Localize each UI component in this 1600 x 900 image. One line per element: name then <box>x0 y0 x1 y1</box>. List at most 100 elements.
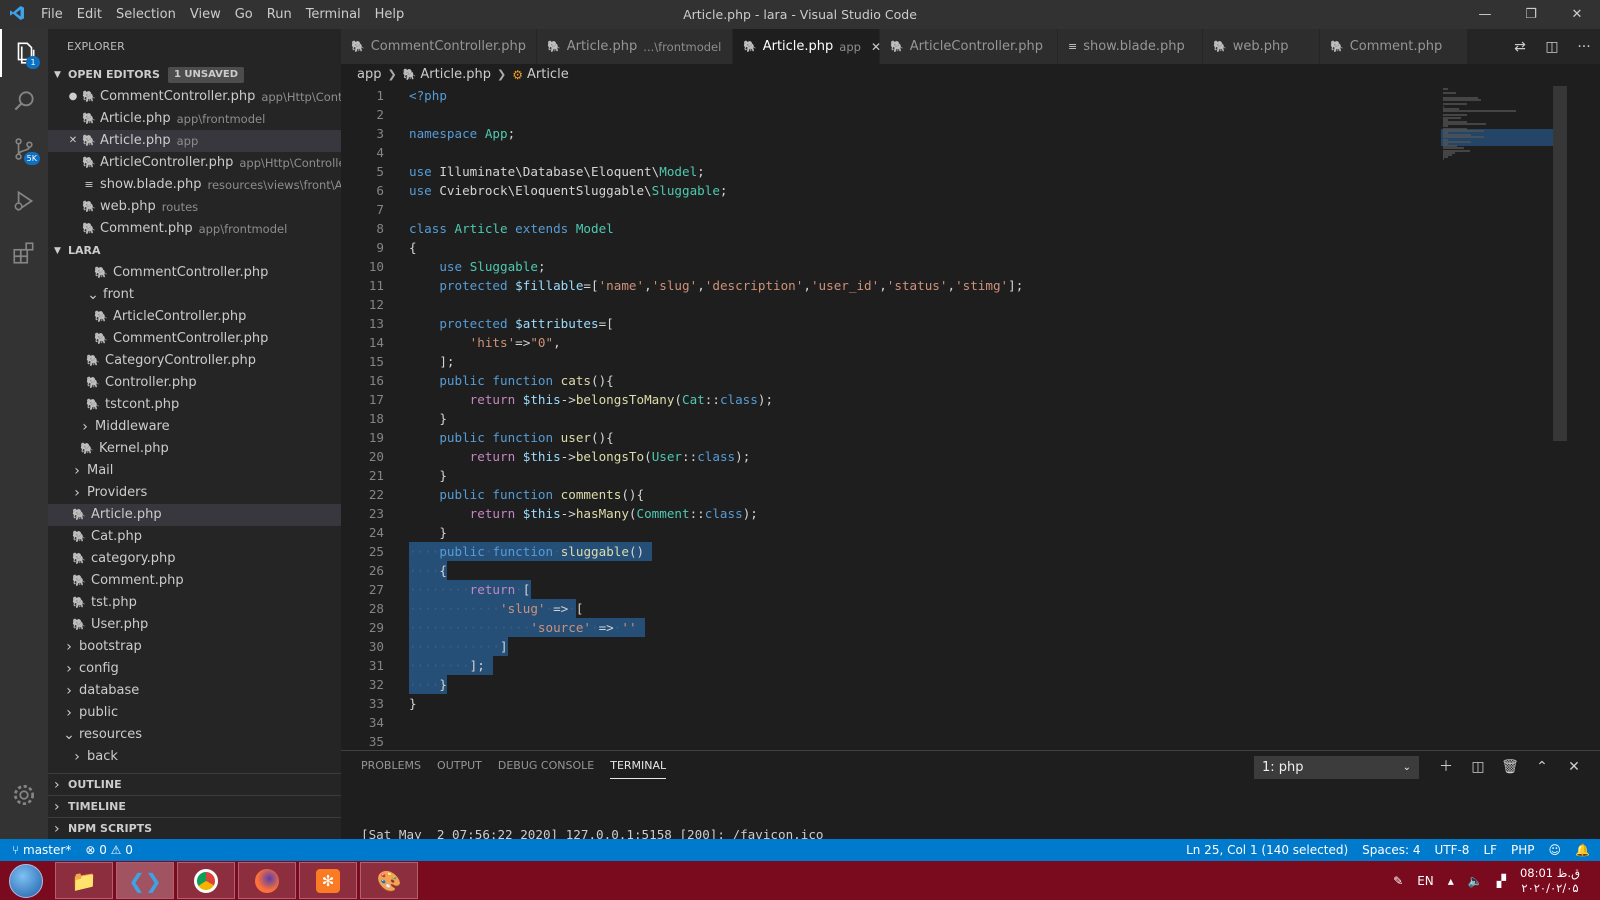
panel-tab-debug-console[interactable]: DEBUG CONSOLE <box>498 751 594 779</box>
xampp-icon[interactable]: ✻ <box>299 862 357 899</box>
tree-file[interactable]: 🐘 ArticleController.php <box>48 306 341 328</box>
open-editor-item[interactable]: ●🐘 CommentController.php app\Http\Contr... <box>48 86 341 108</box>
input-language[interactable]: EN <box>1417 874 1434 888</box>
open-editor-item[interactable]: ✕ 🐘 Article.php app <box>48 130 341 152</box>
tree-folder[interactable]: › Middleware <box>48 416 341 438</box>
settings-gear-icon[interactable] <box>0 771 48 819</box>
tree-file[interactable]: 🐘 category.php <box>48 548 341 570</box>
panel-tab-output[interactable]: OUTPUT <box>437 751 482 779</box>
close-window-icon[interactable]: ✕ <box>1554 0 1600 29</box>
tree-file[interactable]: 🐘 Cat.php <box>48 526 341 548</box>
source-control-icon[interactable]: 5K <box>0 125 48 173</box>
vscode-icon[interactable]: ❮❯ <box>116 862 174 899</box>
scrollbar-thumb[interactable] <box>1553 86 1567 441</box>
menu-item[interactable]: Selection <box>109 0 183 29</box>
more-actions-icon[interactable]: ··· <box>1568 39 1600 55</box>
problems-indicator[interactable]: ⊗ 0 ⚠ 0 <box>85 843 133 857</box>
editor-tab[interactable]: 🐘 CommentController.php <box>341 29 537 64</box>
open-editor-item[interactable]: 🐘 web.php routes <box>48 196 341 218</box>
tree-file[interactable]: 🐘 Controller.php <box>48 372 341 394</box>
start-button[interactable] <box>0 861 52 900</box>
unsaved-dot-icon[interactable]: ● <box>66 86 80 108</box>
volume-icon[interactable]: 🔈 <box>1468 874 1483 888</box>
notifications-bell-icon[interactable]: 🔔 <box>1575 843 1590 857</box>
editor-tab[interactable]: ≡ show.blade.php <box>1058 29 1203 64</box>
breadcrumb-folder[interactable]: app <box>357 64 381 86</box>
tree-folder[interactable]: › config <box>48 658 341 680</box>
cursor-position[interactable]: Ln 25, Col 1 (140 selected) <box>1186 843 1348 857</box>
menu-item[interactable]: Help <box>368 0 412 29</box>
tree-file[interactable]: 🐘 CommentController.php <box>48 328 341 350</box>
tree-folder[interactable]: ⌄ resources <box>48 724 341 746</box>
tree-file[interactable]: 🐘 Comment.php <box>48 570 341 592</box>
editor-tab[interactable]: 🐘 Article.php app ✕ <box>733 29 881 64</box>
tree-folder[interactable]: › public <box>48 702 341 724</box>
menu-item[interactable]: Run <box>260 0 299 29</box>
menu-item[interactable]: Go <box>228 0 260 29</box>
maximize-panel-icon[interactable]: ⌃ <box>1526 756 1558 779</box>
restore-icon[interactable]: ❐ <box>1508 0 1554 29</box>
editor-tab[interactable]: 🐘 ArticleController.php <box>880 29 1058 64</box>
explorer-icon[interactable]: 1 <box>0 29 48 77</box>
clock[interactable]: 08:01 ق.ظ ۲۰۲۰/۰۲/۰۵ <box>1520 866 1580 896</box>
panel-tab-problems[interactable]: PROBLEMS <box>361 751 421 779</box>
minimize-icon[interactable]: — <box>1462 0 1508 29</box>
minimap[interactable] <box>1441 86 1553 166</box>
open-editors-header[interactable]: ▼ OPEN EDITORS 1 UNSAVED <box>48 64 341 86</box>
tree-file[interactable]: 🐘 User.php <box>48 614 341 636</box>
tree-file[interactable]: 🐘 CommentController.php <box>48 262 341 284</box>
breadcrumb-symbol[interactable]: Article <box>527 64 569 86</box>
paint-icon[interactable]: 🎨 <box>360 862 418 899</box>
open-editor-item[interactable]: 🐘 Comment.php app\frontmodel <box>48 218 341 240</box>
show-hidden-icons-icon[interactable]: ▴ <box>1448 874 1454 888</box>
editor-tab[interactable]: 🐘 Comment.php <box>1320 29 1468 64</box>
terminal-select[interactable]: 1: php ⌄ <box>1254 756 1419 779</box>
branch-indicator[interactable]: ⑂ master* <box>12 843 71 857</box>
section-outline[interactable]: › OUTLINE <box>48 773 341 795</box>
close-panel-icon[interactable]: ✕ <box>1558 756 1590 779</box>
kill-terminal-icon[interactable]: 🗑 <box>1494 756 1526 779</box>
tree-file[interactable]: 🐘 tst.php <box>48 592 341 614</box>
split-editor-icon[interactable]: ◫ <box>1536 39 1568 55</box>
encoding[interactable]: UTF-8 <box>1434 843 1469 857</box>
indentation[interactable]: Spaces: 4 <box>1362 843 1420 857</box>
tree-folder[interactable]: › Providers <box>48 482 341 504</box>
firefox-icon[interactable] <box>238 862 296 899</box>
split-terminal-icon[interactable]: ◫ <box>1462 756 1494 779</box>
menu-item[interactable]: File <box>34 0 70 29</box>
tree-file[interactable]: 🐘 Article.php <box>48 504 341 526</box>
network-icon[interactable]: ▞ <box>1497 874 1506 888</box>
editor-scrollbar[interactable] <box>1553 86 1567 750</box>
section-timeline[interactable]: › TIMELINE <box>48 795 341 817</box>
panel-tab-terminal[interactable]: TERMINAL <box>610 751 667 779</box>
section-npm-scripts[interactable]: › NPM SCRIPTS <box>48 817 341 839</box>
menu-item[interactable]: Edit <box>70 0 109 29</box>
search-icon[interactable] <box>0 77 48 125</box>
feedback-icon[interactable]: ☺ <box>1549 843 1562 857</box>
close-icon[interactable]: ✕ <box>66 130 80 152</box>
file-explorer-icon[interactable]: 📁 <box>55 862 113 899</box>
editor-tab[interactable]: 🐘 Article.php ...\frontmodel <box>537 29 733 64</box>
end-of-line[interactable]: LF <box>1483 843 1497 857</box>
tree-file[interactable]: 🐘 tstcont.php <box>48 394 341 416</box>
tree-folder[interactable]: › database <box>48 680 341 702</box>
editor-tab[interactable]: 🐘 web.php <box>1203 29 1320 64</box>
menu-item[interactable]: View <box>183 0 228 29</box>
code-editor[interactable]: 1 <?php 2 3 namespace App; 4 5 use Illuminate\D… <box>341 86 1441 750</box>
open-editor-item[interactable]: 🐘 Article.php app\frontmodel <box>48 108 341 130</box>
chrome-icon[interactable] <box>177 862 235 899</box>
tree-folder[interactable]: › Mail <box>48 460 341 482</box>
tree-folder[interactable]: › back <box>48 746 341 768</box>
menu-item[interactable]: Terminal <box>299 0 368 29</box>
open-editor-item[interactable]: ≡ show.blade.php resources\views\front\Art… <box>48 174 341 196</box>
compare-changes-icon[interactable]: ⇄ <box>1504 39 1536 55</box>
tree-file[interactable]: 🐘 Kernel.php <box>48 438 341 460</box>
breadcrumb-file[interactable]: Article.php <box>420 64 491 86</box>
tree-folder[interactable]: ⌄ front <box>48 284 341 306</box>
pen-icon[interactable]: ✎ <box>1393 874 1403 888</box>
tree-file[interactable]: 🐘 CategoryController.php <box>48 350 341 372</box>
language-mode[interactable]: PHP <box>1511 843 1535 857</box>
open-editor-item[interactable]: 🐘 ArticleController.php app\Http\Controlle… <box>48 152 341 174</box>
new-terminal-icon[interactable]: ＋ <box>1430 756 1462 779</box>
tree-folder[interactable]: › bootstrap <box>48 636 341 658</box>
